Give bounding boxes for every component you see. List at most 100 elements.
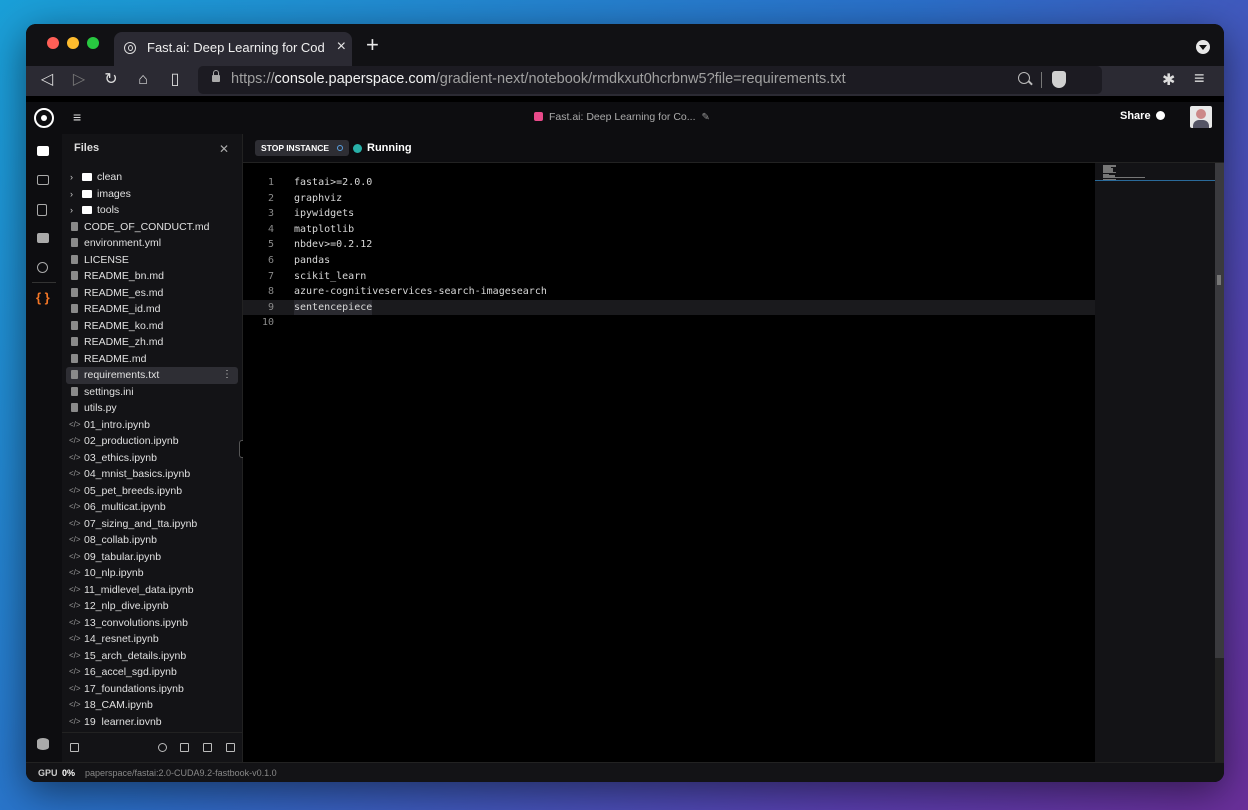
file-item[interactable]: </> 08_collab.ipynb [66,532,238,549]
close-window-button[interactable] [47,37,59,49]
file-item[interactable]: </> 14_resnet.ipynb [66,631,238,648]
trash-icon[interactable] [70,743,79,752]
edit-icon[interactable]: ✎ [702,112,710,123]
code-line[interactable]: 7 scikit_learn [243,269,1095,285]
file-item[interactable]: </> 19_learner.ipynb [66,714,238,726]
tab-close-icon[interactable]: × [337,38,346,56]
file-item[interactable]: </> 12_nlp_dive.ipynb [66,598,238,615]
files-icon[interactable] [37,146,49,156]
bookmark-icon[interactable]: ▯ [164,69,186,91]
file-list[interactable]: › clean › images › tools CODE_OF_CONDUCT.mdenv… [66,169,238,725]
file-item[interactable]: </> 02_production.ipynb [66,433,238,450]
terminal-icon[interactable] [37,233,49,243]
file-item[interactable]: README_es.md [66,285,238,302]
reload-button[interactable]: ↻ [100,69,122,91]
code-line[interactable]: 1 fastai>=2.0.0 [243,175,1095,191]
forward-button[interactable]: ▷ [68,69,90,91]
notebook-icon: </> [69,568,81,577]
datasets-icon[interactable] [37,738,49,750]
stop-instance-button[interactable]: STOP INSTANCE [255,140,350,156]
new-folder-icon[interactable] [226,743,235,752]
file-item[interactable]: </> 16_accel_sgd.ipynb [66,664,238,681]
file-item[interactable]: </> 17_foundations.ipynb [66,681,238,698]
new-file-icon[interactable] [203,743,212,752]
file-item[interactable]: settings.ini [66,384,238,401]
file-item[interactable]: requirements.txt ⋮ [66,367,238,384]
code-line[interactable]: 3 ipywidgets [243,206,1095,222]
folder-item[interactable]: › clean [66,169,238,186]
back-button[interactable]: ◁ [36,69,58,91]
file-icon [71,403,78,412]
file-item-label: 18_CAM.ipynb [84,699,153,711]
file-item[interactable]: README_ko.md [66,318,238,335]
gradient-logo-icon[interactable] [34,108,54,128]
extensions-icon[interactable]: ✱ [1162,70,1175,90]
file-item-label: CODE_OF_CONDUCT.md [84,220,210,233]
file-item[interactable]: </> 07_sizing_and_tta.ipynb [66,516,238,533]
code-line[interactable]: 8 azure-cognitiveservices-search-imagesea… [243,284,1095,300]
scrollbar-thumb[interactable] [1215,163,1224,658]
share-button[interactable]: Share [1120,110,1165,122]
file-item-label: requirements.txt [84,369,160,381]
clock-icon[interactable] [37,262,48,273]
rail-divider [32,282,56,283]
file-item[interactable]: </> 01_intro.ipynb [66,417,238,434]
code-line[interactable]: 9 sentencepiece [243,299,1095,316]
folder-item[interactable]: › tools [66,202,238,219]
minimap[interactable] [1095,163,1215,762]
code-editor[interactable]: 1 fastai>=2.0.0 2 graphviz 3 ipywidgets 4 matpl… [243,163,1095,762]
file-item[interactable]: utils.py [66,400,238,417]
jupyter-icon[interactable]: { } [36,290,50,305]
book-icon[interactable] [180,743,189,752]
file-item[interactable]: README_zh.md [66,334,238,351]
notebook-title[interactable]: Fast.ai: Deep Learning for Co... ✎ [534,111,710,123]
file-item[interactable]: </> 03_ethics.ipynb [66,450,238,467]
home-button[interactable]: ⌂ [132,69,154,91]
file-item[interactable]: README_bn.md [66,268,238,285]
lock-icon[interactable] [212,70,220,82]
notebook-icon: </> [69,452,81,462]
file-item[interactable]: CODE_OF_CONDUCT.md [66,219,238,236]
code-line[interactable]: 5 nbdev>=0.2.12 [243,237,1095,253]
upload-icon[interactable] [158,743,167,752]
chevron-right-icon[interactable]: › [70,202,73,219]
folder-item[interactable]: › images [66,186,238,203]
maximize-window-button[interactable] [87,37,99,49]
url-text[interactable]: https://console.paperspace.com/gradient-… [231,71,846,87]
file-item[interactable]: </> 15_arch_details.ipynb [66,648,238,665]
file-item-label: 05_pet_breeds.ipynb [84,484,183,497]
file-item[interactable]: environment.yml [66,235,238,252]
new-tab-button[interactable]: + [366,32,379,58]
file-item[interactable]: </> 11_midlevel_data.ipynb [66,582,238,599]
code-line[interactable]: 6 pandas [243,253,1095,269]
machine-icon[interactable] [37,175,49,185]
file-item[interactable]: README_id.md [66,301,238,318]
file-item[interactable]: </> 09_tabular.ipynb [66,549,238,566]
code-line[interactable]: 10 [243,315,1095,331]
address-bar[interactable]: https://console.paperspace.com/gradient-… [198,66,1102,94]
zoom-icon[interactable] [1018,72,1030,84]
document-icon[interactable] [37,204,47,216]
hamburger-menu-icon[interactable]: ≡ [73,109,81,125]
file-item[interactable]: </> 13_convolutions.ipynb [66,615,238,632]
file-item[interactable]: </> 06_multicat.ipynb [66,499,238,516]
chevron-right-icon[interactable]: › [70,186,73,203]
file-item[interactable]: </> 05_pet_breeds.ipynb [66,483,238,500]
left-rail: { } [26,134,63,762]
tab-list-dropdown-icon[interactable] [1196,40,1210,54]
code-line[interactable]: 4 matplotlib [243,222,1095,238]
close-panel-icon[interactable]: ✕ [219,142,229,156]
file-item[interactable]: </> 04_mnist_basics.ipynb [66,466,238,483]
minimize-window-button[interactable] [67,37,79,49]
code-line[interactable]: 2 graphviz [243,191,1095,207]
browser-tab-active[interactable]: Fast.ai: Deep Learning for Coders × [114,32,352,66]
more-options-icon[interactable]: ⋮ [222,367,232,384]
file-item[interactable]: </> 18_CAM.ipynb [66,697,238,714]
browser-menu-icon[interactable]: ≡ [1194,68,1205,89]
chevron-right-icon[interactable]: › [70,169,73,186]
file-item[interactable]: </> 10_nlp.ipynb [66,565,238,582]
file-item[interactable]: README.md [66,351,238,368]
brave-shield-icon[interactable] [1052,71,1066,88]
file-item[interactable]: LICENSE [66,252,238,269]
avatar[interactable] [1190,106,1212,128]
